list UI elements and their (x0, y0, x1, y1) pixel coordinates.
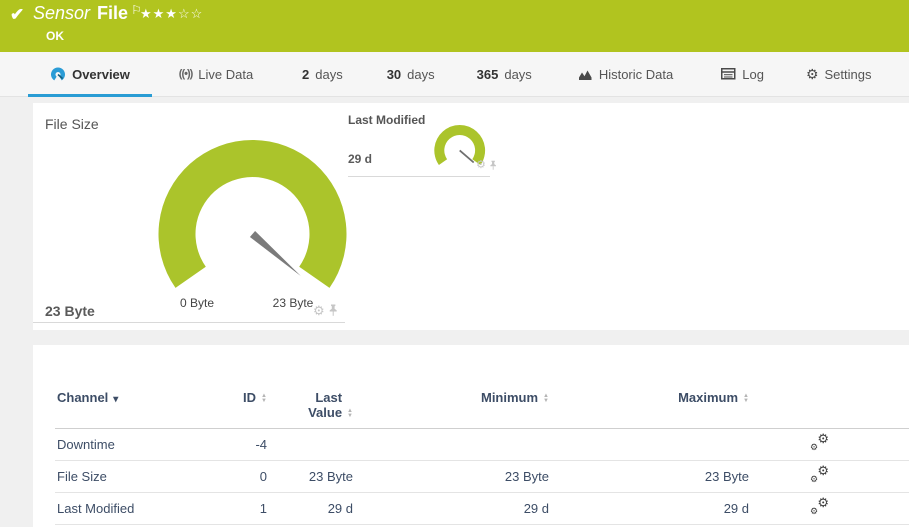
cell-spacer (837, 428, 909, 460)
tab-number: 365 (477, 67, 499, 82)
gauge-settings-gear-icon[interactable]: ⚙ (313, 304, 325, 317)
cell-channel: File Size (55, 460, 215, 492)
table-row[interactable]: Downtime -4 ⚙⚙ (55, 428, 909, 460)
gauge-tools: ⚙ (313, 304, 338, 317)
sort-icon: ▲▼ (543, 394, 549, 404)
status-check-icon: ✔ (10, 5, 24, 25)
cell-maximum (557, 428, 757, 460)
tab-live-data[interactable]: ((•)) Live Data (166, 52, 266, 96)
gauge-value: 23 Byte (45, 303, 95, 319)
gauge-icon (50, 66, 66, 82)
log-icon (721, 68, 736, 80)
file-size-gauge-chart (33, 103, 353, 322)
cell-channel: Last Modified (55, 492, 215, 524)
cell-actions: ⚙⚙ (757, 428, 837, 460)
cell-id: 1 (215, 492, 275, 524)
channel-settings-icon[interactable]: ⚙⚙ (810, 466, 829, 483)
cell-last-value: 29 d (275, 492, 361, 524)
cell-last-value: 23 Byte (275, 460, 361, 492)
stars-filled: ★★★ (140, 6, 178, 21)
gauge-value: 29 d (348, 152, 372, 166)
channel-table: Channel▾ ID▲▼ Last Value▲▼ Minimum▲▼ Max… (55, 345, 909, 525)
priority-stars[interactable]: ★★★☆☆ (140, 6, 203, 22)
tab-label: days (315, 67, 342, 82)
cell-actions: ⚙⚙ (757, 460, 837, 492)
cell-last-value (275, 428, 361, 460)
tab-overview[interactable]: Overview (28, 52, 152, 96)
sort-icon: ▲▼ (261, 394, 267, 404)
gauge-last-modified: Last Modified 29 d ⚙ (348, 103, 498, 183)
caret-down-icon: ▾ (113, 394, 118, 405)
pin-icon[interactable] (328, 304, 338, 317)
cell-spacer (837, 460, 909, 492)
cell-actions: ⚙⚙ (757, 492, 837, 524)
status-badge: OK (46, 29, 64, 43)
sort-icon: ▲▼ (743, 394, 749, 404)
tab-historic-data[interactable]: Historic Data (578, 52, 673, 96)
column-header-maximum[interactable]: Maximum▲▼ (557, 345, 757, 428)
column-header-last-value[interactable]: Last Value▲▼ (275, 345, 361, 428)
column-header-minimum[interactable]: Minimum▲▼ (361, 345, 557, 428)
sensor-header: ✔ SensorFile⚐ ★★★☆☆ OK (0, 0, 909, 52)
cell-id: 0 (215, 460, 275, 492)
settings-gear-icon: ⚙ (806, 67, 819, 81)
sort-icon: ▲▼ (347, 409, 353, 419)
table-header-row: Channel▾ ID▲▼ Last Value▲▼ Minimum▲▼ Max… (55, 345, 909, 428)
tab-label: days (407, 67, 434, 82)
tab-2-days[interactable]: 2 days (302, 52, 343, 96)
sensor-title: SensorFile⚐ (33, 3, 142, 24)
tab-label: Live Data (198, 67, 253, 82)
table-row[interactable]: File Size 0 23 Byte 23 Byte 23 Byte ⚙⚙ (55, 460, 909, 492)
cell-maximum: 29 d (557, 492, 757, 524)
gauge-settings-gear-icon[interactable]: ⚙ (476, 160, 486, 171)
tab-label: Overview (72, 67, 130, 82)
channel-settings-icon[interactable]: ⚙⚙ (810, 434, 829, 451)
tab-30-days[interactable]: 30 days (387, 52, 435, 96)
historic-data-icon (578, 68, 593, 81)
broadcast-icon: ((•)) (179, 68, 193, 80)
last-modified-gauge-chart (348, 103, 498, 183)
table-row[interactable]: Last Modified 1 29 d 29 d 29 d ⚙⚙ (55, 492, 909, 524)
tab-label: Settings (825, 67, 872, 82)
tab-label: Historic Data (599, 67, 673, 82)
gauge-min-label: 0 Byte (162, 296, 232, 310)
column-header-spacer (837, 345, 909, 428)
tab-label: days (504, 67, 531, 82)
channel-table-panel: Channel▾ ID▲▼ Last Value▲▼ Minimum▲▼ Max… (33, 345, 909, 527)
tab-number: 30 (387, 67, 401, 82)
tab-settings[interactable]: ⚙ Settings (806, 52, 872, 96)
cell-minimum: 23 Byte (361, 460, 557, 492)
gauge-separator (33, 322, 345, 323)
sensor-type-label: Sensor (33, 3, 90, 23)
column-header-channel[interactable]: Channel▾ (55, 345, 215, 428)
gauge-tools: ⚙ (476, 160, 497, 171)
tab-bar: Overview ((•)) Live Data 2 days 30 days … (0, 52, 909, 97)
cell-minimum: 29 d (361, 492, 557, 524)
column-header-actions (757, 345, 837, 428)
stars-empty: ☆☆ (178, 6, 203, 21)
pin-icon[interactable] (489, 160, 497, 171)
gauge-separator (348, 176, 490, 177)
gauge-file-size: File Size 0 Byte 23 Byte 23 Byte ⚙ (33, 103, 345, 330)
sensor-name: File (97, 3, 128, 23)
tab-log[interactable]: Log (721, 52, 764, 96)
gauges-panel: File Size 0 Byte 23 Byte 23 Byte ⚙ Last … (33, 103, 909, 330)
tab-label: Log (742, 67, 764, 82)
cell-id: -4 (215, 428, 275, 460)
tab-365-days[interactable]: 365 days (477, 52, 532, 96)
cell-maximum: 23 Byte (557, 460, 757, 492)
cell-channel: Downtime (55, 428, 215, 460)
cell-spacer (837, 492, 909, 524)
tab-number: 2 (302, 67, 309, 82)
column-header-id[interactable]: ID▲▼ (215, 345, 275, 428)
cell-minimum (361, 428, 557, 460)
channel-settings-icon[interactable]: ⚙⚙ (810, 498, 829, 515)
